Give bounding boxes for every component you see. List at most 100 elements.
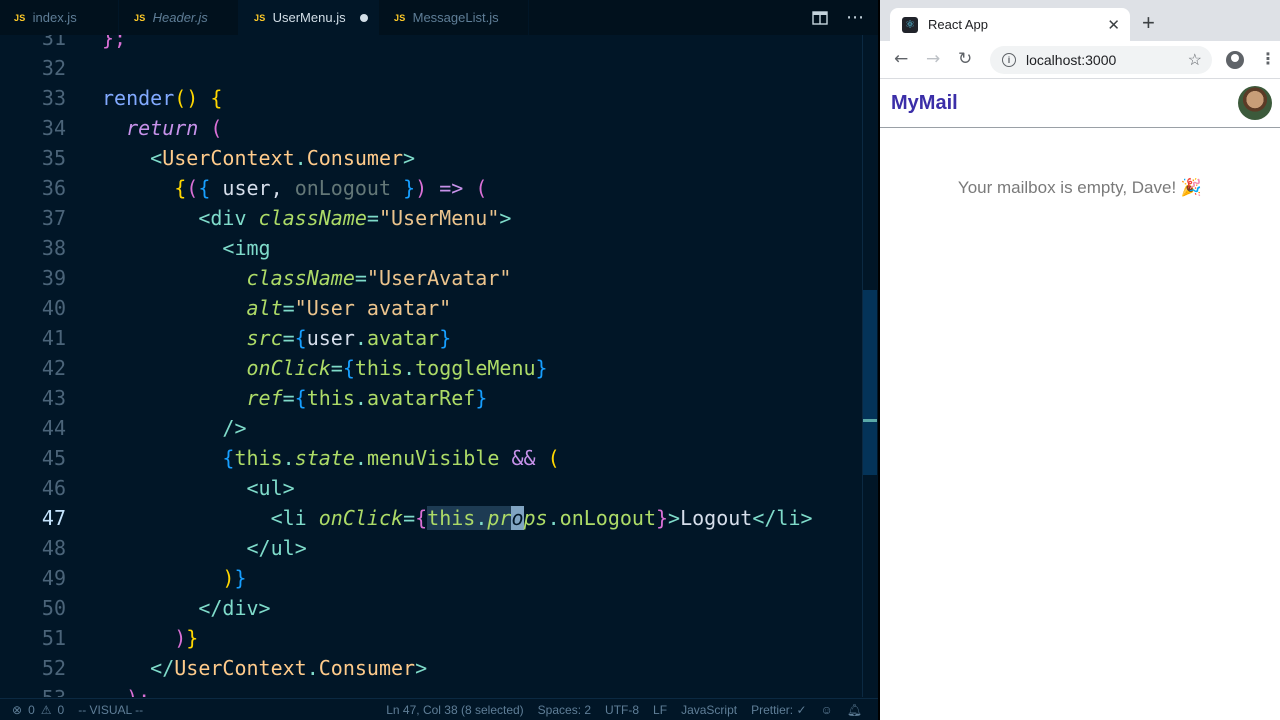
forward-arrow-icon[interactable]: → <box>926 49 940 69</box>
code-line[interactable]: 31}; <box>0 35 862 53</box>
line-source[interactable]: </ul> <box>102 533 307 563</box>
bookmark-star-icon[interactable]: ☆ <box>1188 50 1202 70</box>
line-source[interactable]: return ( <box>102 113 222 143</box>
code-line[interactable]: 44 /> <box>0 413 862 443</box>
code-token: > <box>499 206 512 230</box>
code-token: this <box>306 386 355 410</box>
tab-usermenu-js[interactable]: JS UserMenu.js <box>239 0 379 35</box>
address-bar[interactable]: i localhost:3000 ☆ <box>990 46 1212 74</box>
code-line[interactable]: 48 </ul> <box>0 533 862 563</box>
code-line[interactable]: 38 <img <box>0 233 862 263</box>
code-line[interactable]: 47 <li onClick={this.props.onLogout}>Log… <box>0 503 862 533</box>
reload-icon[interactable]: ↻ <box>958 49 972 69</box>
error-count[interactable]: 0 <box>28 703 35 717</box>
warning-count[interactable]: 0 <box>58 703 65 717</box>
editor-actions: ⋯ <box>812 0 878 35</box>
line-source[interactable]: src={user.avatar} <box>102 323 452 353</box>
code-line[interactable]: 52 </UserContext.Consumer> <box>0 653 862 683</box>
line-source[interactable]: onClick={this.toggleMenu} <box>102 353 548 383</box>
indentation[interactable]: Spaces: 2 <box>538 703 591 717</box>
code-line[interactable]: 33 render() { <box>0 83 862 113</box>
code-line[interactable]: 46 <ul> <box>0 473 862 503</box>
code-token: className <box>246 266 355 290</box>
line-source[interactable]: )} <box>102 563 246 593</box>
line-source[interactable]: <img <box>102 233 270 263</box>
line-source[interactable]: {this.state.menuVisible && ( <box>102 443 559 473</box>
prettier-status[interactable]: Prettier: ✓ <box>751 703 806 717</box>
code-token: user <box>306 326 355 350</box>
line-source[interactable]: <div className="UserMenu"> <box>102 203 511 233</box>
error-icon[interactable]: ⊗ <box>12 703 22 717</box>
line-source[interactable]: {({ user, onLogout }) => ( <box>102 173 487 203</box>
encoding[interactable]: UTF-8 <box>605 703 639 717</box>
back-arrow-icon[interactable]: ← <box>894 49 908 69</box>
tab-header-js[interactable]: JS Header.js <box>119 0 239 35</box>
code-token: . <box>282 446 295 470</box>
line-source[interactable]: )} <box>102 623 198 653</box>
code-line[interactable]: 42 onClick={this.toggleMenu} <box>0 353 862 383</box>
more-actions-icon[interactable]: ⋯ <box>846 7 864 28</box>
cursor-position[interactable]: Ln 47, Col 38 (8 selected) <box>386 703 523 717</box>
code-line[interactable]: 32 <box>0 53 862 83</box>
code-line[interactable]: 51 )} <box>0 623 862 653</box>
code-line[interactable]: 35 <UserContext.Consumer> <box>0 143 862 173</box>
code-line[interactable]: 41 src={user.avatar} <box>0 323 862 353</box>
line-number: 51 <box>41 626 66 650</box>
code-token: . <box>354 446 367 470</box>
code-line[interactable]: 36 {({ user, onLogout }) => ( <box>0 173 862 203</box>
code-token: ); <box>126 686 150 697</box>
warning-icon[interactable]: ⚠ <box>41 703 52 717</box>
code-token: li <box>282 506 307 530</box>
line-source[interactable]: alt="User avatar" <box>102 293 452 323</box>
user-avatar[interactable] <box>1238 86 1272 120</box>
code-line[interactable]: 43 ref={this.avatarRef} <box>0 383 862 413</box>
line-ending[interactable]: LF <box>653 703 667 717</box>
line-source[interactable]: <UserContext.Consumer> <box>102 143 415 173</box>
new-tab-icon[interactable]: + <box>1142 10 1155 36</box>
js-file-icon: JS <box>14 12 26 23</box>
code-token: > <box>258 596 271 620</box>
code-line[interactable]: 37 <div className="UserMenu"> <box>0 203 862 233</box>
close-tab-icon[interactable]: ✕ <box>1107 16 1120 34</box>
code-editor[interactable]: JS index.js JS Header.js JS UserMenu.js … <box>0 0 878 720</box>
code-line[interactable]: 34 return ( <box>0 113 862 143</box>
site-info-icon[interactable]: i <box>1002 53 1016 67</box>
code-token: < <box>222 236 235 260</box>
notifications-bell-icon[interactable]: 🔔︎ <box>847 703 862 717</box>
url-text[interactable]: localhost:3000 <box>1026 52 1116 68</box>
code-line[interactable]: 39 className="UserAvatar" <box>0 263 862 293</box>
tab-messagelist-js[interactable]: JS MessageList.js <box>379 0 529 35</box>
split-editor-icon[interactable] <box>812 10 828 25</box>
code-line[interactable]: 50 </div> <box>0 593 862 623</box>
code-line[interactable]: 45 {this.state.menuVisible && ( <box>0 443 862 473</box>
code-token: } <box>186 626 199 650</box>
line-source[interactable]: className="UserAvatar" <box>102 263 512 293</box>
feedback-smiley-icon[interactable]: ☺ <box>821 703 833 717</box>
scrollbar-thumb[interactable] <box>863 290 877 475</box>
profile-icon[interactable] <box>1226 51 1244 69</box>
code-area[interactable]: 31}; 32 33 render() {34 return (35 <UserCon… <box>0 35 862 697</box>
code-line[interactable]: 53 ); <box>0 683 862 697</box>
browser-menu-icon[interactable]: ⋮ <box>1260 49 1276 68</box>
line-source[interactable]: </div> <box>102 593 271 623</box>
language-mode[interactable]: JavaScript <box>681 703 737 717</box>
code-line[interactable]: 49 )} <box>0 563 862 593</box>
browser-tab[interactable]: ⚛ React App ✕ <box>890 8 1130 41</box>
line-source[interactable]: </UserContext.Consumer> <box>102 653 427 683</box>
line-source[interactable]: <li onClick={this.props.onLogout}>Logout… <box>102 503 813 533</box>
app-logo[interactable]: MyMail <box>891 92 958 115</box>
unsaved-dot-icon[interactable] <box>359 13 368 22</box>
code-token: UserContext <box>162 146 295 170</box>
code-line[interactable]: 40 alt="User avatar" <box>0 293 862 323</box>
line-source[interactable]: <ul> <box>102 473 295 503</box>
line-source[interactable]: }; <box>102 35 126 53</box>
tab-index-js[interactable]: JS index.js <box>0 0 119 35</box>
line-source[interactable]: ref={this.avatarRef} <box>102 383 488 413</box>
code-token: . <box>354 386 367 410</box>
line-source[interactable]: render() { <box>102 83 222 113</box>
line-source[interactable]: ); <box>102 683 150 697</box>
line-source[interactable]: /> <box>102 413 246 443</box>
